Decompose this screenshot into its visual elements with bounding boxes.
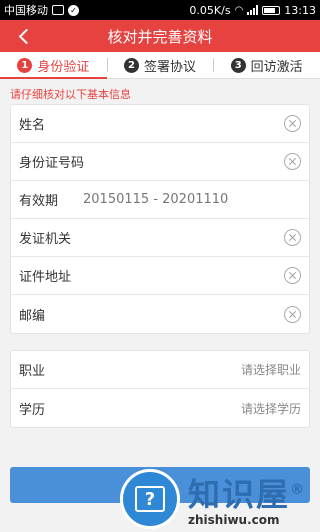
zip-field[interactable]: 邮编 — [11, 295, 309, 333]
id-number-field[interactable]: 身份证号码 — [11, 143, 309, 181]
step-label: 身份验证 — [37, 59, 90, 75]
clear-icon[interactable] — [284, 229, 301, 246]
name-label: 姓名 — [19, 118, 46, 133]
nav-bar: 核对并完善资料 — [0, 20, 320, 52]
education-placeholder: 请选择学历 — [240, 401, 301, 416]
watermark: ? 知识屋® zhishiwu.com — [120, 466, 320, 532]
watermark-url: zhishiwu.com — [188, 513, 280, 528]
wifi-icon: ◠ — [234, 4, 244, 16]
check-notification-icon: ✓ — [68, 4, 79, 16]
carrier-name: 中国移动 — [4, 4, 48, 17]
clear-icon[interactable] — [284, 153, 301, 170]
validity-label: 有效期 — [19, 194, 59, 209]
clock: 13:13 — [284, 3, 316, 17]
step-tabs: 1 身份验证 2 签署协议 3 回访激活 — [0, 52, 320, 79]
issuer-field[interactable]: 发证机关 — [11, 219, 309, 257]
signal-icon — [247, 5, 259, 15]
step-identity-verification[interactable]: 1 身份验证 — [0, 52, 107, 79]
image-notification-icon — [52, 5, 64, 15]
address-label: 证件地址 — [19, 270, 72, 285]
network-speed: 0.05K/s — [189, 3, 231, 17]
page-title: 核对并完善资料 — [107, 27, 213, 46]
step-sign-agreement[interactable]: 2 签署协议 — [106, 52, 214, 78]
name-field[interactable]: 姓名 — [11, 105, 309, 143]
watermark-logo-icon: ? — [120, 469, 180, 529]
clear-icon[interactable] — [284, 267, 301, 284]
back-arrow-icon[interactable] — [16, 26, 36, 46]
validity-value: 20150115 - 20201110 — [83, 192, 229, 207]
step-number: 3 — [230, 57, 246, 73]
battery-icon — [262, 5, 281, 15]
question-mark-icon: ? — [135, 486, 165, 512]
address-field[interactable]: 证件地址 — [11, 257, 309, 295]
step-callback-activation[interactable]: 3 回访激活 — [213, 52, 320, 78]
validity-field: 有效期 20150115 - 20201110 — [11, 181, 309, 219]
info-hint: 请仔细核对以下基本信息 — [10, 88, 131, 101]
id-number-label: 身份证号码 — [19, 156, 85, 171]
job-select[interactable]: 职业 请选择职业 — [11, 351, 309, 389]
clear-icon[interactable] — [284, 305, 301, 323]
step-label: 签署协议 — [144, 59, 197, 75]
step-number: 1 — [17, 57, 33, 73]
status-bar: 中国移动 ✓ 0.05K/s ◠ 13:13 — [0, 0, 320, 20]
step-number: 2 — [124, 57, 139, 73]
education-select[interactable]: 学历 请选择学历 — [11, 389, 309, 427]
education-label: 学历 — [19, 402, 46, 418]
watermark-title: 知识屋® — [188, 475, 307, 514]
job-placeholder: 请选择职业 — [240, 363, 301, 377]
issuer-label: 发证机关 — [19, 232, 72, 247]
step-label: 回访激活 — [250, 59, 303, 75]
identity-form: 姓名 身份证号码 有效期 20150115 - 20201110 发证机关 证件… — [10, 104, 310, 334]
clear-icon[interactable] — [284, 115, 301, 132]
job-label: 职业 — [19, 364, 46, 379]
extra-info-form: 职业 请选择职业 学历 请选择学历 — [10, 350, 310, 428]
zip-label: 邮编 — [19, 308, 46, 324]
